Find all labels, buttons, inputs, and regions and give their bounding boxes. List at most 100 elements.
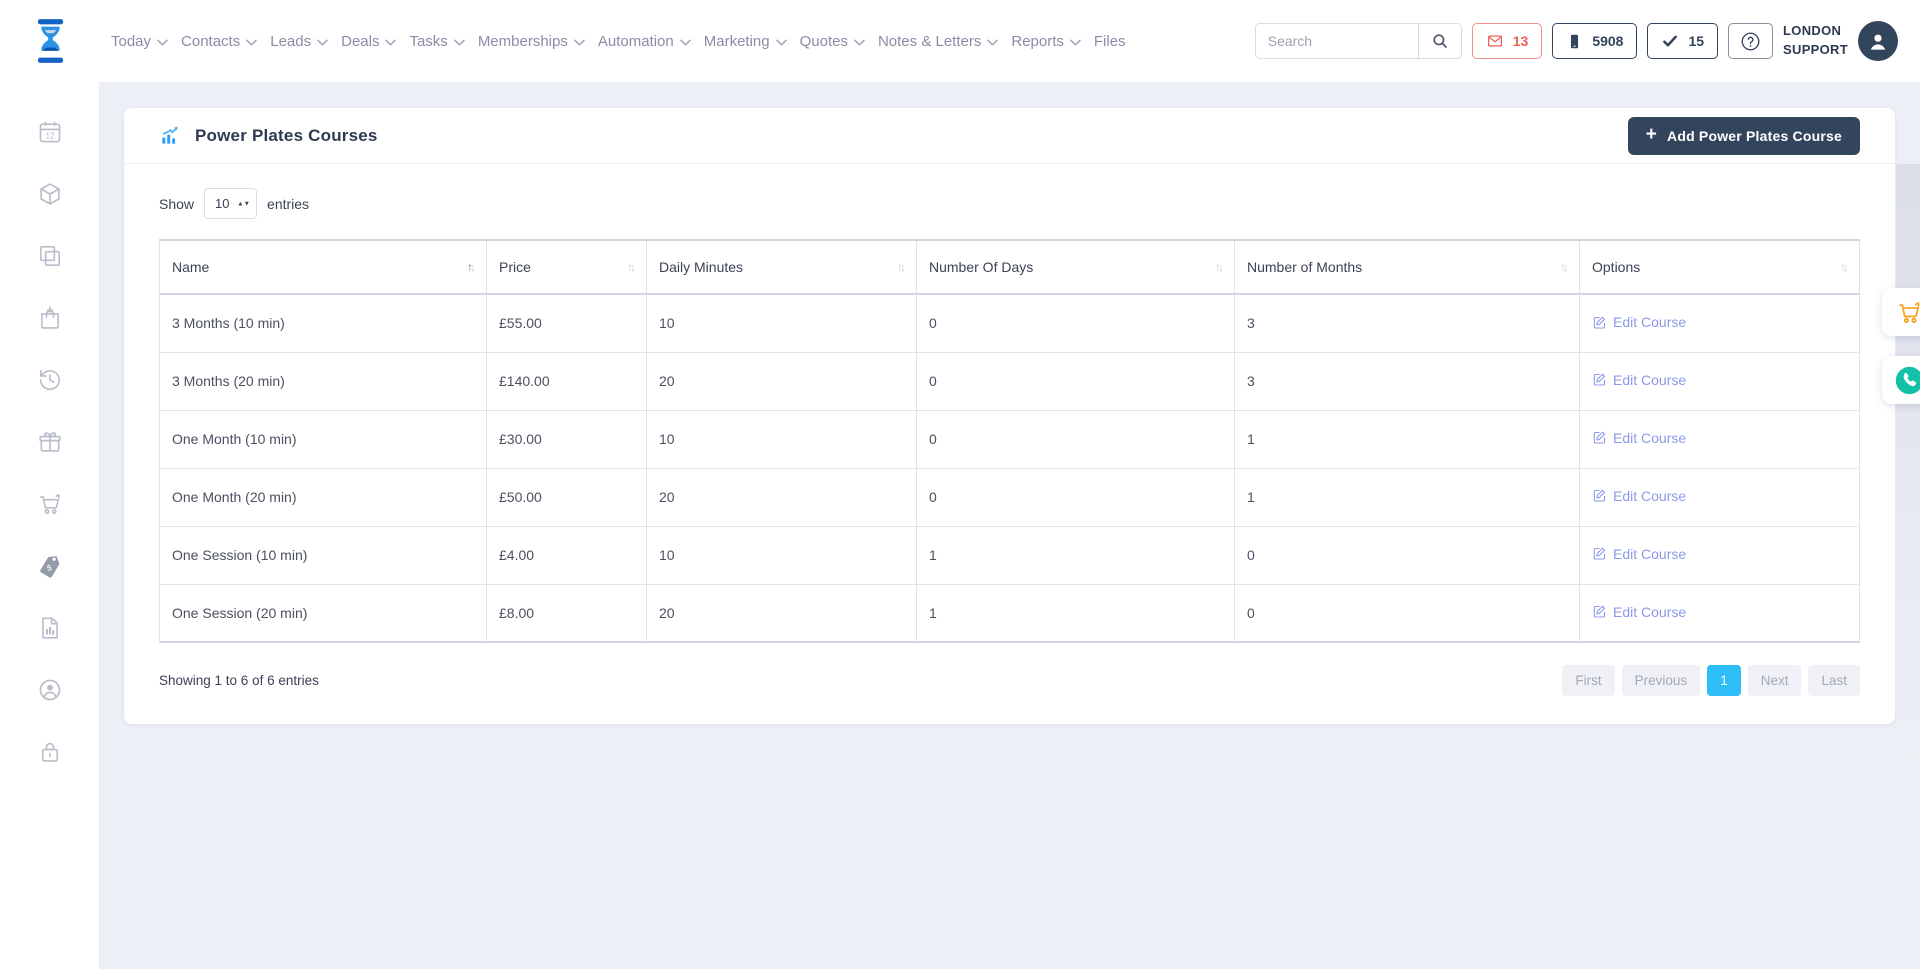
chevron-down-icon (854, 39, 865, 46)
edit-course-link[interactable]: Edit Course (1592, 314, 1686, 330)
show-label: Show (159, 196, 194, 212)
chevron-down-icon (454, 39, 465, 46)
page-title: Power Plates Courses (195, 126, 1628, 146)
page-length-select[interactable]: 10 (204, 188, 257, 219)
edit-icon (1592, 604, 1607, 619)
chevron-down-icon (680, 39, 691, 46)
nav-item-label: Notes & Letters (878, 33, 981, 50)
sort-icon[interactable]: ↑↓ (1215, 260, 1224, 274)
column-header-price[interactable]: Price↑↓ (487, 240, 647, 294)
pagination-previous[interactable]: Previous (1622, 665, 1701, 696)
cell-options: Edit Course (1580, 526, 1860, 584)
edit-course-label: Edit Course (1613, 314, 1686, 330)
pagination-last[interactable]: Last (1808, 665, 1860, 696)
pagination-page-1[interactable]: 1 (1707, 665, 1741, 696)
nav-item-marketing[interactable]: Marketing (703, 29, 788, 54)
column-header-options[interactable]: Options↑↓ (1580, 240, 1860, 294)
sort-icon[interactable]: ↑↓ (627, 260, 636, 274)
cell-options: Edit Course (1580, 294, 1860, 352)
nav-item-files[interactable]: Files (1093, 29, 1127, 54)
sidebar-item-package[interactable] (35, 180, 65, 208)
edit-course-link[interactable]: Edit Course (1592, 488, 1686, 504)
sidebar-item-copy[interactable] (35, 242, 65, 270)
cell-number-of-months: 1 (1235, 468, 1580, 526)
pagination-next[interactable]: Next (1748, 665, 1802, 696)
nav-item-contacts[interactable]: Contacts (180, 29, 258, 54)
sort-icon[interactable]: ↑↓ (1840, 260, 1849, 274)
app-logo[interactable] (0, 18, 100, 64)
sidebar-item-price-tag[interactable]: $ (35, 552, 65, 580)
question-icon (1739, 30, 1762, 53)
cell-price: £55.00 (487, 294, 647, 352)
cell-daily-minutes: 20 (647, 352, 917, 410)
history-icon (37, 367, 63, 393)
cell-price: £30.00 (487, 410, 647, 468)
chevron-down-icon (574, 39, 585, 46)
edit-course-link[interactable]: Edit Course (1592, 430, 1686, 446)
messages-badge[interactable]: 13 (1472, 23, 1543, 59)
gift-icon (37, 429, 63, 455)
scroll-strip[interactable] (1896, 164, 1920, 776)
nav-item-leads[interactable]: Leads (269, 29, 329, 54)
sort-icon[interactable]: ↑↓ (467, 260, 476, 274)
edit-course-link[interactable]: Edit Course (1592, 372, 1686, 388)
cell-options: Edit Course (1580, 410, 1860, 468)
chevron-down-icon (317, 39, 328, 46)
sidebar-item-calendar[interactable]: 12 (35, 118, 65, 146)
calls-badge[interactable]: 5908 (1552, 23, 1637, 59)
package-icon (37, 181, 63, 207)
cell-number-of-months: 3 (1235, 294, 1580, 352)
help-button[interactable] (1728, 23, 1773, 59)
cell-number-of-months: 0 (1235, 584, 1580, 642)
cell-name: One Session (10 min) (160, 526, 487, 584)
nav-item-notes-letters[interactable]: Notes & Letters (877, 29, 999, 54)
avatar[interactable] (1858, 21, 1898, 61)
topbar: Today Contacts Leads Deals Tasks Memberships A… (0, 0, 1920, 82)
nav-item-automation[interactable]: Automation (597, 29, 692, 54)
hourglass-logo-icon (33, 18, 68, 64)
edit-course-label: Edit Course (1613, 546, 1686, 562)
calls-count: 5908 (1592, 33, 1623, 49)
sidebar-item-history[interactable] (35, 366, 65, 394)
nav-item-deals[interactable]: Deals (340, 29, 397, 54)
sidebar-item-user-circle[interactable] (35, 676, 65, 704)
pagination-first[interactable]: First (1562, 665, 1614, 696)
edit-course-link[interactable]: Edit Course (1592, 604, 1686, 620)
edit-course-link[interactable]: Edit Course (1592, 546, 1686, 562)
nav-item-quotes[interactable]: Quotes (799, 29, 866, 54)
cell-options: Edit Course (1580, 584, 1860, 642)
add-course-button[interactable]: + Add Power Plates Course (1628, 117, 1860, 155)
nav-item-today[interactable]: Today (110, 29, 169, 54)
sidebar-item-shopping-bag[interactable] (35, 304, 65, 332)
cell-name: One Month (20 min) (160, 468, 487, 526)
column-label: Number Of Days (929, 259, 1033, 275)
sidebar-item-cart[interactable] (35, 490, 65, 518)
sidebar: 12 $ (0, 82, 99, 969)
floating-cart-button[interactable] (1882, 288, 1920, 336)
edit-course-label: Edit Course (1613, 604, 1686, 620)
column-header-number-of-months[interactable]: Number of Months↑↓ (1235, 240, 1580, 294)
column-header-daily-minutes[interactable]: Daily Minutes↑↓ (647, 240, 917, 294)
search-input[interactable] (1256, 24, 1418, 58)
sort-icon[interactable]: ↑↓ (1560, 260, 1569, 274)
floating-phone-button[interactable] (1882, 356, 1920, 404)
column-header-name[interactable]: Name↑↓ (160, 240, 487, 294)
cell-number-of-days: 0 (917, 352, 1235, 410)
column-header-number-of-days[interactable]: Number Of Days ↑↓ (917, 240, 1235, 294)
shopping-bag-icon (37, 305, 63, 331)
nav-item-memberships[interactable]: Memberships (477, 29, 586, 54)
search-button[interactable] (1418, 24, 1461, 58)
price-tag-icon: $ (37, 553, 63, 579)
card-footer: Showing 1 to 6 of 6 entries FirstPreviou… (159, 665, 1860, 696)
table-row: 3 Months (10 min)£55.001003Edit Course (160, 294, 1860, 352)
sidebar-item-report[interactable] (35, 614, 65, 642)
sort-icon[interactable]: ↑↓ (897, 260, 906, 274)
tasks-badge[interactable]: 15 (1647, 23, 1718, 59)
sidebar-item-gift[interactable] (35, 428, 65, 456)
sidebar-item-lock[interactable] (35, 738, 65, 766)
table-row: One Month (10 min)£30.001001Edit Course (160, 410, 1860, 468)
mobile-phone-icon (1566, 33, 1583, 50)
nav-item-tasks[interactable]: Tasks (408, 29, 465, 54)
svg-text:12: 12 (45, 132, 55, 141)
nav-item-reports[interactable]: Reports (1010, 29, 1082, 54)
